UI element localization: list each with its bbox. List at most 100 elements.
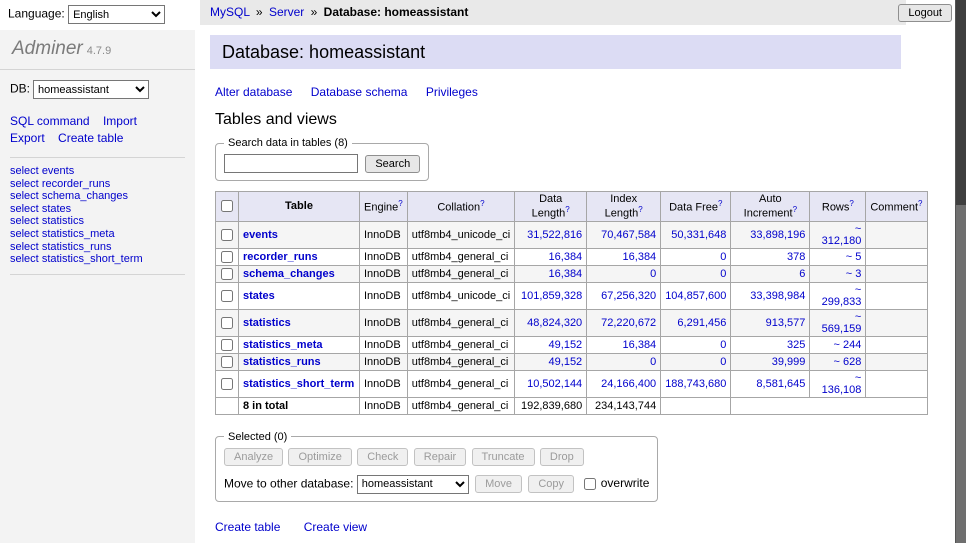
select-link[interactable]: select [10, 178, 39, 190]
help-link[interactable]: ? [398, 199, 402, 208]
help-link[interactable]: ? [849, 199, 853, 208]
search-button[interactable]: Search [365, 155, 420, 173]
logout-button[interactable]: Logout [898, 4, 952, 22]
table-name-link[interactable]: recorder_runs [243, 251, 318, 263]
row-checkbox[interactable] [221, 356, 233, 368]
copy-button[interactable]: Copy [528, 475, 574, 493]
row-checkbox[interactable] [221, 268, 233, 280]
overwrite-control: overwrite [583, 476, 649, 490]
sidebar-link-export[interactable]: Export [10, 131, 45, 145]
truncate-button[interactable]: Truncate [472, 448, 535, 466]
move-row: Move to other database: homeassistant Mo… [224, 475, 649, 494]
optimize-button[interactable]: Optimize [288, 448, 351, 466]
create-view-link[interactable]: Create view [304, 520, 367, 534]
row-checkbox[interactable] [221, 339, 233, 351]
language-label: Language: [8, 7, 65, 21]
table-link[interactable]: statistics [42, 215, 84, 227]
language-select[interactable]: English [68, 5, 165, 24]
table-name-cell: statistics_short_term [239, 370, 360, 397]
vertical-scrollbar[interactable] [955, 0, 966, 543]
sidebar-table-item: select events [10, 165, 185, 178]
data-free-cell: 50,331,648 [661, 221, 731, 248]
table-link[interactable]: states [42, 203, 71, 215]
row-checkbox[interactable] [221, 378, 233, 390]
sidebar-link-create-table[interactable]: Create table [58, 131, 123, 145]
breadcrumb-mysql-link[interactable]: MySQL [210, 5, 250, 19]
table-row: states InnoDB utf8mb4_unicode_ci 101,859… [216, 282, 928, 309]
help-link[interactable]: ? [718, 199, 722, 208]
privileges-link[interactable]: Privileges [426, 85, 478, 99]
data-free-cell: 0 [661, 336, 731, 353]
search-input[interactable] [224, 154, 358, 173]
select-link[interactable]: select [10, 165, 39, 177]
auto-increment-cell: 325 [731, 336, 810, 353]
scrollbar-thumb[interactable] [956, 0, 966, 205]
table-name-link[interactable]: statistics_runs [243, 356, 321, 368]
row-checkbox[interactable] [221, 229, 233, 241]
overwrite-checkbox[interactable] [584, 478, 596, 490]
table-name-cell: schema_changes [239, 265, 360, 282]
table-link[interactable]: schema_changes [42, 190, 128, 202]
page-title: Database: homeassistant [210, 35, 901, 69]
select-link[interactable]: select [10, 190, 39, 202]
check-button[interactable]: Check [357, 448, 408, 466]
table-link[interactable]: recorder_runs [42, 178, 110, 190]
selected-fieldset: Selected (0) Analyze Optimize Check Repa… [215, 431, 658, 502]
collation-cell: utf8mb4_general_ci [407, 248, 514, 265]
db-select[interactable]: homeassistant [33, 80, 149, 99]
select-link[interactable]: select [10, 203, 39, 215]
table-link[interactable]: statistics_meta [42, 228, 115, 240]
create-table-link[interactable]: Create table [215, 520, 280, 534]
sidebar-link-sql-command[interactable]: SQL command [10, 114, 90, 128]
data-length-cell: 101,859,328 [515, 282, 587, 309]
rows-count-cell: ~ 299,833 [810, 282, 866, 309]
table-link[interactable]: statistics_runs [42, 241, 112, 253]
help-link[interactable]: ? [565, 205, 569, 214]
table-name-link[interactable]: events [243, 229, 278, 241]
sidebar-table-item: select statistics_meta [10, 228, 185, 241]
table-name-link[interactable]: statistics [243, 317, 291, 329]
table-row: statistics_short_term InnoDB utf8mb4_gen… [216, 370, 928, 397]
auto-increment-cell: 33,898,196 [731, 221, 810, 248]
table-name-link[interactable]: schema_changes [243, 268, 335, 280]
engine-cell: InnoDB [360, 370, 408, 397]
row-checkbox[interactable] [221, 251, 233, 263]
select-link[interactable]: select [10, 228, 39, 240]
engine-cell: InnoDB [360, 265, 408, 282]
select-link[interactable]: select [10, 215, 39, 227]
database-schema-link[interactable]: Database schema [311, 85, 408, 99]
comment-cell [866, 336, 927, 353]
total-data-free-cell [661, 397, 731, 414]
table-name-link[interactable]: statistics_short_term [243, 378, 354, 390]
breadcrumb-server-link[interactable]: Server [269, 5, 304, 19]
rows-count-cell: ~ 569,159 [810, 309, 866, 336]
select-link[interactable]: select [10, 253, 39, 265]
help-link[interactable]: ? [480, 199, 484, 208]
help-link[interactable]: ? [793, 205, 797, 214]
move-button[interactable]: Move [475, 475, 522, 493]
index-length-cell: 24,166,400 [587, 370, 661, 397]
table-link[interactable]: statistics_short_term [42, 253, 143, 265]
breadcrumb-separator: » [311, 5, 318, 19]
breadcrumb-separator: » [256, 5, 263, 19]
row-checkbox[interactable] [221, 317, 233, 329]
sidebar-link-import[interactable]: Import [103, 114, 137, 128]
drop-button[interactable]: Drop [540, 448, 584, 466]
row-checkbox[interactable] [221, 290, 233, 302]
col-header-auto-increment: Auto Increment? [731, 192, 810, 222]
table-name-link[interactable]: statistics_meta [243, 339, 323, 351]
select-all-checkbox[interactable] [221, 200, 233, 212]
table-name-link[interactable]: states [243, 290, 275, 302]
selected-legend: Selected (0) [224, 431, 291, 443]
table-link[interactable]: events [42, 165, 74, 177]
total-empty-cell [216, 397, 239, 414]
select-link[interactable]: select [10, 241, 39, 253]
selected-actions: Analyze Optimize Check Repair Truncate D… [224, 448, 649, 466]
alter-database-link[interactable]: Alter database [215, 85, 292, 99]
analyze-button[interactable]: Analyze [224, 448, 283, 466]
move-db-select[interactable]: homeassistant [357, 475, 469, 494]
help-link[interactable]: ? [638, 205, 642, 214]
help-link[interactable]: ? [918, 199, 922, 208]
repair-button[interactable]: Repair [414, 448, 466, 466]
engine-cell: InnoDB [360, 248, 408, 265]
